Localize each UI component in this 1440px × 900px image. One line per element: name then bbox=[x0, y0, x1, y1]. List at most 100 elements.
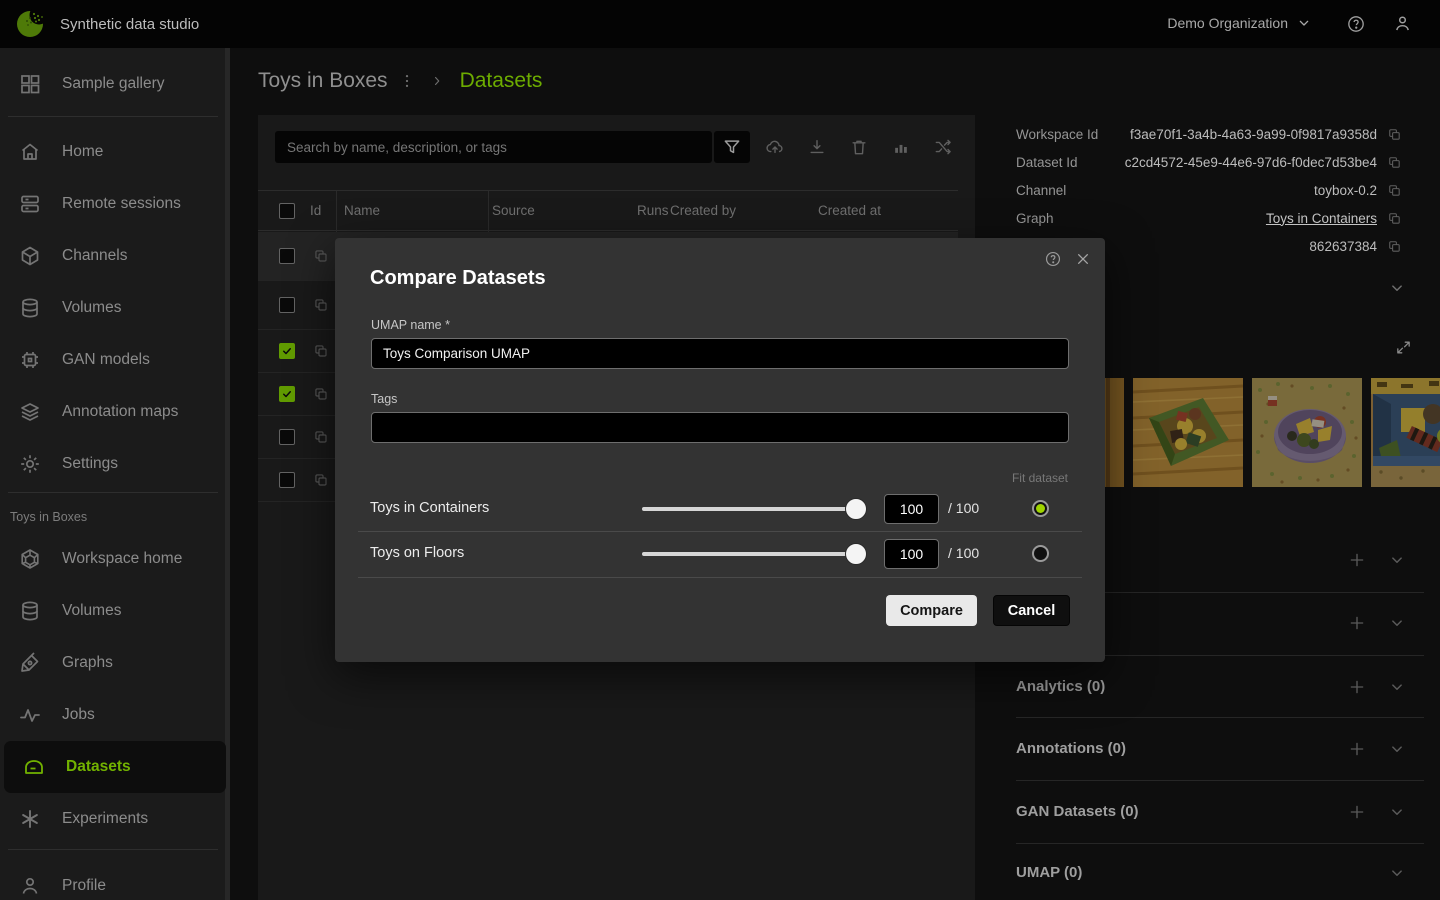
chevron-down-icon[interactable] bbox=[1388, 614, 1406, 632]
column-header-name[interactable]: Name bbox=[344, 203, 380, 218]
section-label-analytics[interactable]: Analytics (0) bbox=[1016, 678, 1105, 695]
graph-link[interactable]: Toys in Containers bbox=[1266, 211, 1377, 226]
row-checkbox[interactable] bbox=[279, 297, 295, 313]
add-icon[interactable] bbox=[1348, 614, 1366, 632]
copy-icon[interactable] bbox=[313, 297, 329, 313]
fit-dataset-radio[interactable] bbox=[1032, 545, 1049, 562]
copy-icon[interactable] bbox=[313, 248, 329, 264]
select-all-checkbox[interactable] bbox=[279, 203, 295, 219]
sidebar-item-experiments[interactable]: Experiments bbox=[0, 793, 225, 845]
dataset-preview-thumbnail[interactable] bbox=[1371, 378, 1440, 487]
copy-icon[interactable] bbox=[313, 472, 329, 488]
fit-dataset-radio-selected[interactable] bbox=[1032, 500, 1049, 517]
chevron-down-icon[interactable] bbox=[1388, 803, 1406, 821]
sidebar-item-channels[interactable]: Channels bbox=[0, 230, 225, 282]
app-logo-icon[interactable] bbox=[15, 9, 45, 39]
dataset-preview-thumbnail[interactable] bbox=[1133, 378, 1243, 487]
copy-icon[interactable] bbox=[1387, 239, 1402, 254]
dataset-slider[interactable] bbox=[642, 552, 856, 556]
copy-icon[interactable] bbox=[1387, 127, 1402, 142]
sidebar-item-sample-gallery[interactable]: Sample gallery bbox=[0, 58, 225, 110]
filter-button[interactable] bbox=[714, 131, 750, 163]
row-checkbox-checked[interactable] bbox=[279, 386, 295, 402]
breadcrumb-workspace[interactable]: Toys in Boxes bbox=[258, 69, 388, 93]
umap-name-input[interactable] bbox=[371, 338, 1069, 369]
chevron-down-icon[interactable] bbox=[1388, 551, 1406, 569]
cancel-button[interactable]: Cancel bbox=[993, 595, 1070, 626]
copy-icon[interactable] bbox=[1387, 211, 1402, 226]
sidebar-item-profile[interactable]: Profile bbox=[0, 860, 225, 900]
sidebar-item-graphs[interactable]: Graphs bbox=[0, 637, 225, 689]
sidebar-item-annotation-maps[interactable]: Annotation maps bbox=[0, 386, 225, 438]
pulse-icon bbox=[18, 703, 42, 727]
close-icon[interactable] bbox=[1075, 251, 1091, 267]
profile-icon[interactable] bbox=[1392, 13, 1413, 34]
slider-handle[interactable] bbox=[845, 498, 867, 520]
grid-icon bbox=[18, 72, 42, 96]
column-header-created-at[interactable]: Created at bbox=[818, 203, 881, 218]
dataset-count-input[interactable] bbox=[884, 539, 939, 569]
add-icon[interactable] bbox=[1348, 678, 1366, 696]
add-icon[interactable] bbox=[1348, 740, 1366, 758]
section-divider bbox=[1016, 843, 1424, 844]
database-icon bbox=[18, 599, 42, 623]
sidebar-item-workspace-home[interactable]: Workspace home bbox=[0, 533, 225, 585]
copy-icon[interactable] bbox=[313, 343, 329, 359]
copy-icon[interactable] bbox=[313, 386, 329, 402]
copy-icon[interactable] bbox=[1387, 183, 1402, 198]
sidebar-item-datasets[interactable]: Datasets bbox=[4, 741, 226, 793]
chevron-down-icon[interactable] bbox=[1388, 678, 1406, 696]
compare-button[interactable]: Compare bbox=[886, 595, 977, 626]
row-checkbox-checked[interactable] bbox=[279, 343, 295, 359]
sidebar-item-label: Datasets bbox=[66, 758, 131, 776]
expand-preview-icon[interactable] bbox=[1394, 339, 1412, 357]
field-value: f3ae70f1-3a4b-4a63-9a99-0f9817a9358d bbox=[1130, 127, 1377, 142]
dataset-max-label: / 100 bbox=[948, 500, 979, 516]
shuffle-button[interactable] bbox=[933, 137, 953, 157]
section-label-umap[interactable]: UMAP (0) bbox=[1016, 864, 1082, 881]
help-icon[interactable] bbox=[1346, 14, 1366, 34]
row-checkbox[interactable] bbox=[279, 248, 295, 264]
sidebar-item-settings[interactable]: Settings bbox=[0, 438, 225, 490]
column-header-created-by[interactable]: Created by bbox=[670, 203, 736, 218]
section-label-gan-datasets[interactable]: GAN Datasets (0) bbox=[1016, 803, 1139, 820]
sidebar-item-remote-sessions[interactable]: Remote sessions bbox=[0, 178, 225, 230]
copy-icon[interactable] bbox=[1387, 155, 1402, 170]
search-input[interactable] bbox=[275, 131, 712, 163]
sidebar-item-gan-models[interactable]: GAN models bbox=[0, 334, 225, 386]
row-checkbox[interactable] bbox=[279, 429, 295, 445]
trash-icon bbox=[849, 137, 869, 157]
kebab-menu-icon[interactable] bbox=[398, 72, 416, 90]
dataset-box-icon bbox=[22, 755, 46, 779]
layers-icon bbox=[18, 400, 42, 424]
chevron-down-icon[interactable] bbox=[1388, 740, 1406, 758]
sidebar-item-jobs[interactable]: Jobs bbox=[0, 689, 225, 741]
dataset-slider[interactable] bbox=[642, 507, 856, 511]
help-icon[interactable] bbox=[1044, 250, 1062, 268]
sidebar-item-ws-volumes[interactable]: Volumes bbox=[0, 585, 225, 637]
chevron-down-icon[interactable] bbox=[1388, 864, 1406, 882]
section-label-annotations[interactable]: Annotations (0) bbox=[1016, 740, 1126, 757]
column-header-source[interactable]: Source bbox=[492, 203, 535, 218]
details-collapse-chevron-icon[interactable] bbox=[1388, 279, 1406, 297]
sidebar-item-label: Jobs bbox=[62, 706, 95, 724]
column-header-runs[interactable]: Runs bbox=[637, 203, 669, 218]
dataset-count-input[interactable] bbox=[884, 494, 939, 524]
dataset-preview-thumbnail[interactable] bbox=[1252, 378, 1362, 487]
delete-button[interactable] bbox=[849, 137, 869, 157]
sidebar-item-home[interactable]: Home bbox=[0, 126, 225, 178]
copy-icon[interactable] bbox=[313, 429, 329, 445]
org-selector[interactable]: Demo Organization bbox=[1167, 15, 1312, 31]
add-icon[interactable] bbox=[1348, 551, 1366, 569]
sidebar-item-label: Remote sessions bbox=[62, 195, 181, 213]
column-divider bbox=[336, 191, 337, 232]
tags-input[interactable] bbox=[371, 412, 1069, 443]
download-button[interactable] bbox=[807, 137, 827, 157]
sidebar-item-volumes[interactable]: Volumes bbox=[0, 282, 225, 334]
slider-handle[interactable] bbox=[845, 543, 867, 565]
add-icon[interactable] bbox=[1348, 803, 1366, 821]
column-header-id[interactable]: Id bbox=[310, 203, 321, 218]
row-checkbox[interactable] bbox=[279, 472, 295, 488]
upload-button[interactable] bbox=[765, 137, 785, 157]
analytics-button[interactable] bbox=[891, 137, 911, 157]
